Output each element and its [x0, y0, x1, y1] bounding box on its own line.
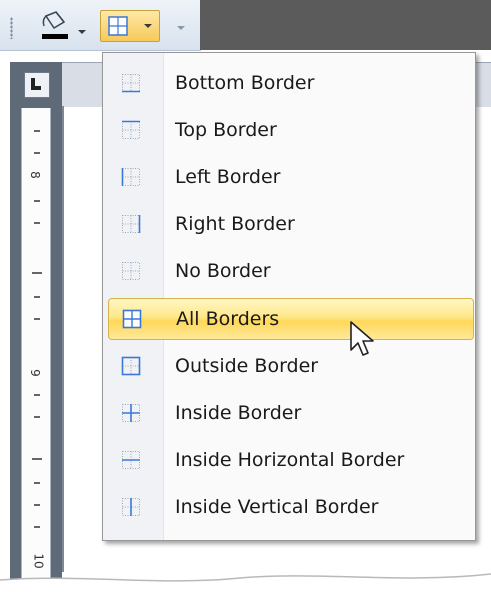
ruler-tick	[34, 482, 40, 484]
inside-border-icon	[122, 404, 140, 422]
menu-item-label: Left Border	[175, 166, 281, 188]
ribbon-background	[200, 0, 491, 50]
menu-item-label: All Borders	[176, 308, 280, 330]
ruler-tick	[34, 394, 40, 396]
menu-item-label: Right Border	[175, 213, 295, 235]
ruler-tick	[34, 130, 40, 132]
ruler-number: 9	[27, 369, 42, 377]
paint-bucket-icon	[42, 11, 68, 39]
menu-item-right-border[interactable]: Right Border	[105, 204, 473, 244]
no-border-icon	[122, 262, 140, 280]
menu-item-label: Top Border	[175, 119, 277, 141]
ruler-tick	[34, 504, 40, 506]
ruler-tick	[34, 526, 40, 528]
tab-selector[interactable]	[24, 72, 50, 98]
top-border-icon	[122, 120, 140, 139]
ruler-tick	[34, 152, 40, 154]
torn-edge	[0, 573, 491, 592]
toolbar	[0, 0, 201, 51]
menu-item-label: Outside Border	[175, 355, 319, 377]
vertical-ruler-track: 8 9 10	[21, 108, 51, 592]
chevron-down-icon[interactable]	[144, 24, 152, 28]
chevron-down-icon[interactable]	[78, 30, 86, 34]
menu-item-label: Inside Vertical Border	[175, 496, 379, 518]
menu-item-label: Inside Border	[175, 402, 302, 424]
ruler-tick	[34, 222, 40, 224]
ruler-tick	[34, 296, 40, 298]
all-borders-icon	[108, 16, 128, 36]
menu-item-inside-horizontal-border[interactable]: Inside Horizontal Border	[105, 440, 473, 480]
menu-item-bottom-border[interactable]: Bottom Border	[105, 63, 473, 103]
menu-item-all-borders[interactable]: All Borders	[108, 298, 474, 340]
ruler-tick	[32, 272, 42, 274]
menu-item-label: No Border	[175, 260, 271, 282]
bottom-border-icon	[122, 74, 140, 93]
ruler-tick	[34, 318, 40, 320]
menu-item-label: Bottom Border	[175, 72, 315, 94]
menu-item-left-border[interactable]: Left Border	[105, 157, 473, 197]
page-edge	[62, 106, 64, 572]
inside-vertical-border-icon	[122, 498, 140, 516]
menu-item-no-border[interactable]: No Border	[105, 251, 473, 291]
ruler-number: 8	[27, 171, 42, 179]
toolbar-grip[interactable]	[10, 17, 13, 39]
menu-item-outside-border[interactable]: Outside Border	[105, 346, 473, 386]
menu-item-top-border[interactable]: Top Border	[105, 110, 473, 150]
right-border-icon	[122, 215, 141, 233]
borders-dropdown-menu: Bottom Border Top Border Left Border Rig…	[102, 52, 476, 541]
menu-item-label: Inside Horizontal Border	[175, 449, 405, 471]
overflow-chevron-icon[interactable]	[177, 26, 185, 30]
ruler-tick	[32, 458, 42, 460]
left-border-icon	[121, 168, 140, 186]
all-borders-icon	[122, 309, 142, 329]
ruler-tick	[34, 416, 40, 418]
menu-item-inside-border[interactable]: Inside Border	[105, 393, 473, 433]
inside-horizontal-border-icon	[122, 451, 140, 469]
outside-border-icon	[121, 356, 141, 376]
borders-button[interactable]	[100, 10, 160, 42]
shading-button[interactable]	[38, 10, 88, 42]
mouse-pointer-icon	[350, 321, 374, 356]
menu-item-inside-vertical-border[interactable]: Inside Vertical Border	[105, 487, 473, 527]
ruler-tick	[34, 200, 40, 202]
